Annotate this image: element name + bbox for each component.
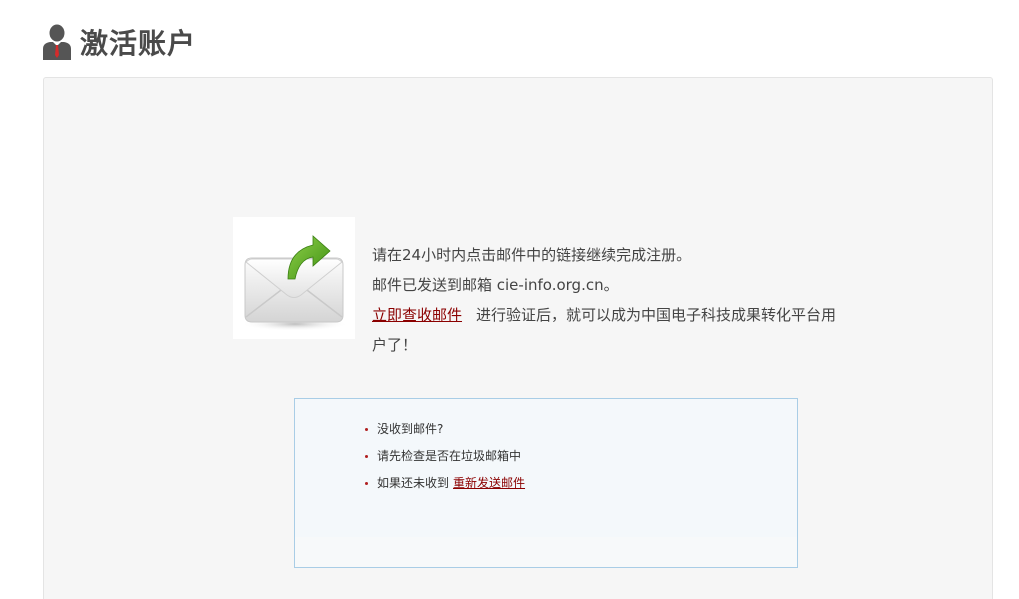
mail-send-icon — [233, 217, 355, 339]
message-line-2: 邮件已发送到邮箱 cie-info.org.cn。 — [372, 276, 619, 294]
user-icon — [42, 22, 72, 62]
message-line-3-text: 进行验证后，就可以成为中国电子科技成果转化平台用 — [476, 306, 837, 324]
page-title: 激活账户 — [80, 27, 197, 60]
message-line-4: 户了！ — [372, 336, 418, 354]
tips-list: 没收到邮件? 请先检查是否在垃圾邮箱中 如果还未收到 重新发送邮件 — [363, 416, 525, 497]
tip-text: 如果还未收到 — [377, 476, 450, 490]
bullet-icon — [365, 455, 368, 458]
tip-text: 请先检查是否在垃圾邮箱中 — [377, 449, 522, 463]
message-line-3: 立即查收邮件 进行验证后，就可以成为中国电子科技成果转化平台用 — [372, 300, 872, 330]
activation-message: 请在24小时内点击邮件中的链接继续完成注册。 邮件已发送到邮箱 cie-info… — [372, 240, 872, 360]
message-line-1: 请在24小时内点击邮件中的链接继续完成注册。 — [372, 246, 692, 264]
tip-text: 没收到邮件? — [377, 422, 444, 436]
check-email-link[interactable]: 立即查收邮件 — [372, 306, 462, 324]
bullet-icon — [365, 428, 368, 431]
tip-item: 请先检查是否在垃圾邮箱中 — [363, 443, 525, 470]
tip-item: 如果还未收到 重新发送邮件 — [363, 470, 525, 497]
page-header: 激活账户 — [42, 22, 196, 62]
bullet-icon — [365, 482, 368, 485]
resend-email-link[interactable]: 重新发送邮件 — [453, 476, 525, 490]
tips-box-footer — [295, 537, 797, 567]
tip-item: 没收到邮件? — [363, 416, 525, 443]
tips-box: 没收到邮件? 请先检查是否在垃圾邮箱中 如果还未收到 重新发送邮件 — [294, 398, 798, 568]
